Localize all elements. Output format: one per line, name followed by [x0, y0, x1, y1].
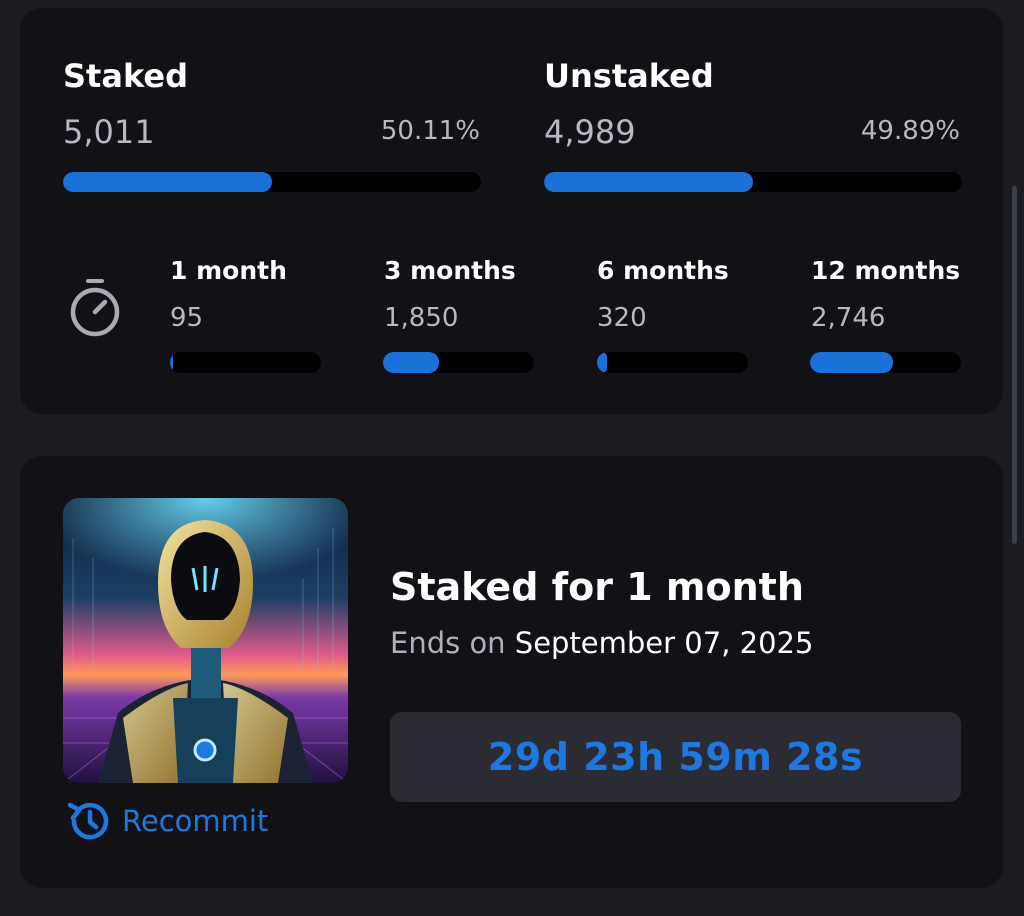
- recommit-button[interactable]: Recommit: [66, 800, 268, 842]
- period-fill-6-months: [597, 352, 607, 373]
- period-bar-3-months: [383, 352, 534, 373]
- period-label-1-month: 1 month: [170, 256, 287, 285]
- period-fill-1-month: [170, 352, 173, 373]
- staked-title: Staked: [63, 57, 188, 95]
- stopwatch-icon: [68, 278, 122, 338]
- end-date-value: September 07, 2025: [514, 626, 814, 660]
- staked-progress-fill: [63, 172, 273, 192]
- period-count-12-months: 2,746: [811, 303, 886, 333]
- history-refresh-icon: [66, 800, 112, 842]
- period-bar-12-months: [810, 352, 961, 373]
- end-date-row: Ends on September 07, 2025: [390, 626, 813, 660]
- unstaked-count: 4,989: [544, 113, 636, 151]
- period-label-6-months: 6 months: [597, 256, 729, 285]
- countdown-box: 29d 23h 59m 28s: [390, 712, 961, 802]
- scrollbar-thumb[interactable]: [1012, 186, 1017, 544]
- period-fill-3-months: [383, 352, 439, 373]
- period-count-1-month: 95: [170, 303, 204, 333]
- staked-duration-title: Staked for 1 month: [390, 565, 804, 609]
- staked-percent: 50.11%: [380, 116, 480, 146]
- period-label-12-months: 12 months: [811, 256, 961, 285]
- unstaked-progress-bar: [544, 172, 962, 192]
- recommit-label: Recommit: [122, 804, 269, 838]
- ends-on-label: Ends on: [390, 626, 506, 660]
- staked-progress-bar: [63, 172, 481, 192]
- period-count-6-months: 320: [597, 303, 647, 333]
- unstaked-percent: 49.89%: [860, 116, 960, 146]
- period-bar-1-month: [170, 352, 321, 373]
- period-bar-6-months: [597, 352, 748, 373]
- period-count-3-months: 1,850: [384, 303, 459, 333]
- unstaked-progress-fill: [544, 172, 753, 192]
- period-label-3-months: 3 months: [384, 256, 516, 285]
- nft-artwork-image[interactable]: [63, 498, 348, 783]
- staked-count: 5,011: [63, 113, 155, 151]
- period-fill-12-months: [810, 352, 894, 373]
- countdown-timer: 29d 23h 59m 28s: [487, 735, 864, 779]
- unstaked-title: Unstaked: [544, 57, 714, 95]
